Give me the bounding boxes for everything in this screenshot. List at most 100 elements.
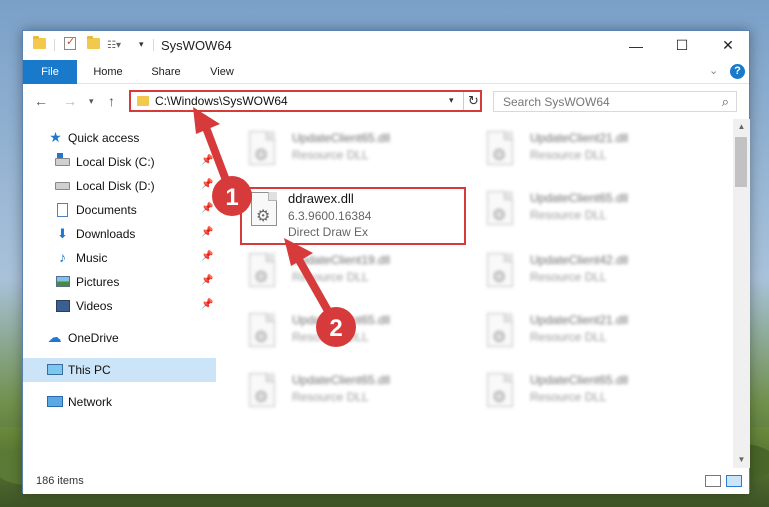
recent-locations-icon[interactable]: ▾ xyxy=(89,96,94,107)
scroll-thumb[interactable] xyxy=(735,137,747,187)
status-bar: 186 items xyxy=(23,468,749,494)
close-button[interactable]: ✕ xyxy=(705,31,751,60)
tab-file[interactable]: File xyxy=(23,60,77,84)
network-icon xyxy=(47,396,63,407)
sidebar-item-label: Downloads xyxy=(76,227,136,241)
tab-view[interactable]: View xyxy=(195,60,249,84)
chevron-down-icon[interactable]: ▾ xyxy=(449,95,454,106)
list-item[interactable]: ⚙ UpdateClient65.dll Resource DLL xyxy=(243,369,473,425)
dll-file-icon: ⚙ xyxy=(481,131,517,175)
dll-file-icon: ⚙ xyxy=(481,253,517,297)
properties-icon[interactable] xyxy=(64,35,76,50)
list-item[interactable]: ⚙ UpdateClient21.dll Resource DLL xyxy=(481,309,711,365)
forward-arrow-icon[interactable]: → xyxy=(63,93,77,109)
customize-toolbar-icon[interactable]: ▾ xyxy=(139,39,144,50)
file-type: Resource DLL xyxy=(292,390,369,404)
file-name: UpdateClient21.dll xyxy=(530,313,629,327)
details-view-icon[interactable] xyxy=(705,475,721,487)
folder-icon[interactable] xyxy=(33,36,46,49)
music-icon: ♪ xyxy=(59,249,66,265)
computer-icon xyxy=(47,364,63,375)
scroll-down-icon[interactable]: ▼ xyxy=(733,452,750,468)
drive-icon xyxy=(55,182,70,190)
list-item[interactable]: ⚙ UpdateClient19.dll Resource DLL xyxy=(243,249,473,305)
dll-file-icon: ⚙ xyxy=(481,313,517,357)
dll-file-icon: ⚙ xyxy=(481,191,517,235)
sidebar-item-quick-access[interactable]: ★ Quick access xyxy=(23,126,216,150)
file-type: Resource DLL xyxy=(292,330,369,344)
file-type: Resource DLL xyxy=(530,390,607,404)
address-bar[interactable]: C:\Windows\SysWOW64 ▾ ↻ xyxy=(129,90,482,112)
windows-drive-icon xyxy=(55,153,70,166)
pin-icon[interactable]: 📌 xyxy=(201,251,213,262)
pin-icon[interactable]: 📌 xyxy=(201,203,213,214)
file-name: UpdateClient65.dll xyxy=(530,191,629,205)
file-name: UpdateClient65.dll xyxy=(292,131,391,145)
sidebar-item-music[interactable]: ♪ Music 📌 xyxy=(23,246,216,270)
view-options-icon[interactable]: ☷▾ xyxy=(107,40,121,51)
scroll-up-icon[interactable]: ▲ xyxy=(733,119,750,135)
list-item[interactable]: ⚙ UpdateClient65.dll Resource DLL xyxy=(243,309,473,365)
title-divider xyxy=(153,39,154,51)
pin-icon[interactable]: 📌 xyxy=(201,227,213,238)
documents-icon xyxy=(57,203,68,217)
sidebar-item-label: Documents xyxy=(76,203,137,217)
file-type: Resource DLL xyxy=(292,148,369,162)
vertical-scrollbar[interactable]: ▲ ▼ xyxy=(733,119,750,468)
sidebar-item-local-disk-c[interactable]: Local Disk (C:) 📌 xyxy=(23,150,216,174)
sidebar-item-label: Network xyxy=(68,395,113,409)
list-item[interactable]: ⚙ UpdateClient65.dll Resource DLL xyxy=(481,369,711,425)
download-icon: ⬇ xyxy=(57,226,68,241)
minimize-button[interactable]: — xyxy=(613,31,659,60)
list-item[interactable]: ⚙ UpdateClient65.dll Resource DLL xyxy=(481,187,711,243)
sidebar-item-label: Videos xyxy=(76,299,113,313)
dll-file-icon: ⚙ xyxy=(245,192,281,236)
file-name: UpdateClient65.dll xyxy=(292,313,391,327)
file-type: Resource DLL xyxy=(530,270,607,284)
sidebar-item-videos[interactable]: Videos 📌 xyxy=(23,294,216,318)
sidebar-item-label: This PC xyxy=(68,363,111,377)
sidebar-item-network[interactable]: Network xyxy=(23,390,216,414)
dll-file-icon: ⚙ xyxy=(243,373,279,417)
sidebar-item-this-pc[interactable]: This PC xyxy=(23,358,216,382)
list-item[interactable]: ⚙ UpdateClient21.dll Resource DLL xyxy=(481,127,711,183)
highlighted-file-tile[interactable]: ⚙ ddrawex.dll 6.3.9600.16384 Direct Draw… xyxy=(240,187,466,245)
sidebar-item-label: Local Disk (C:) xyxy=(76,155,155,169)
title-bar: ☷▾ ▾ SysWOW64 — ☐ ✕ xyxy=(23,31,749,60)
file-name: UpdateClient21.dll xyxy=(530,131,629,145)
tab-home[interactable]: Home xyxy=(81,60,135,84)
tab-share[interactable]: Share xyxy=(139,60,193,84)
help-icon[interactable]: ? xyxy=(730,64,745,79)
address-path[interactable]: C:\Windows\SysWOW64 xyxy=(155,94,288,108)
navigation-bar: ← → ▾ ↑ C:\Windows\SysWOW64 ▾ ↻ Search S… xyxy=(23,84,749,119)
search-icon[interactable]: ⌕ xyxy=(722,94,729,110)
list-item[interactable]: ⚙ UpdateClient42.dll Resource DLL xyxy=(481,249,711,305)
search-input[interactable]: Search SysWOW64 ⌕ xyxy=(493,91,737,112)
sidebar-item-pictures[interactable]: Pictures 📌 xyxy=(23,270,216,294)
refresh-icon[interactable]: ↻ xyxy=(468,93,479,109)
sidebar-item-documents[interactable]: Documents 📌 xyxy=(23,198,216,222)
list-item[interactable]: ⚙ UpdateClient65.dll Resource DLL xyxy=(243,127,473,183)
tiles-view-icon[interactable] xyxy=(726,475,742,487)
file-name: ddrawex.dll xyxy=(288,191,354,206)
window-title: SysWOW64 xyxy=(161,38,232,53)
pin-icon[interactable]: 📌 xyxy=(201,299,213,310)
file-explorer-window: ☷▾ ▾ SysWOW64 — ☐ ✕ File Home Share View… xyxy=(22,30,750,494)
pictures-icon xyxy=(56,276,70,287)
folder-icon xyxy=(137,96,149,106)
up-arrow-icon[interactable]: ↑ xyxy=(108,93,115,109)
videos-icon xyxy=(56,300,70,312)
sidebar-item-local-disk-d[interactable]: Local Disk (D:) 📌 xyxy=(23,174,216,198)
pin-icon[interactable]: 📌 xyxy=(201,275,213,286)
sidebar-item-downloads[interactable]: ⬇ Downloads 📌 xyxy=(23,222,216,246)
expand-ribbon-icon[interactable]: ⌄ xyxy=(709,64,718,77)
sidebar-item-onedrive[interactable]: ☁ OneDrive xyxy=(23,326,216,350)
new-folder-icon[interactable] xyxy=(87,36,100,49)
sidebar-item-label: Local Disk (D:) xyxy=(76,179,155,193)
back-arrow-icon[interactable]: ← xyxy=(34,93,48,109)
file-type: Resource DLL xyxy=(530,148,607,162)
address-divider xyxy=(463,92,464,110)
pin-icon[interactable]: 📌 xyxy=(201,155,213,166)
maximize-button[interactable]: ☐ xyxy=(659,31,705,60)
pin-icon[interactable]: 📌 xyxy=(201,179,213,190)
